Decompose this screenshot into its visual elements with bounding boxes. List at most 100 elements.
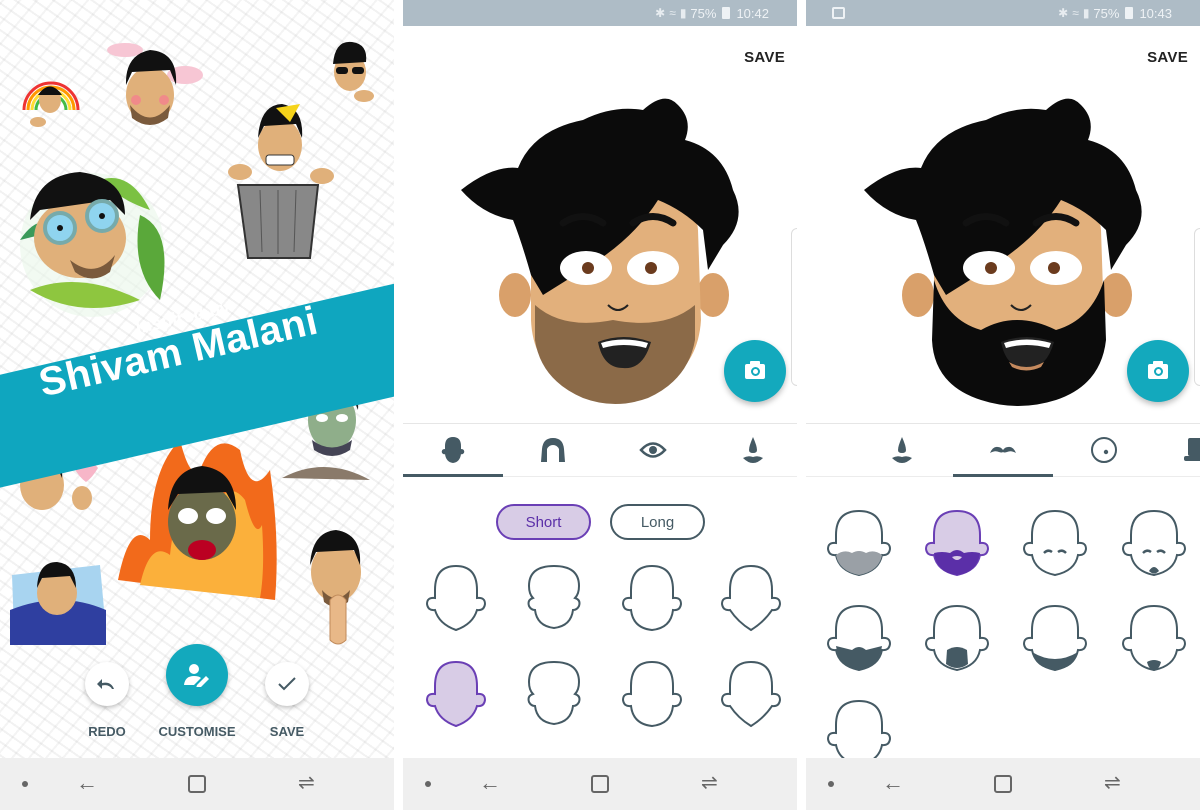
nav-dot-icon xyxy=(22,781,28,787)
facial-hair-option[interactable] xyxy=(1119,505,1189,579)
undo-icon xyxy=(97,679,114,689)
nav-dot-icon xyxy=(828,781,834,787)
facial-hair-option[interactable] xyxy=(922,600,992,674)
redo-label: REDO xyxy=(88,724,126,739)
signal-icon: ▮ xyxy=(1082,6,1090,20)
save-label: SAVE xyxy=(269,724,305,739)
face-shape-editor-screen: ✱ ≈ ▮ 75% 10:42 SAVE Short Long ← ⇌ xyxy=(403,0,797,810)
tab-nose-mouth[interactable] xyxy=(852,424,952,476)
recents-icon[interactable]: ⇌ xyxy=(701,772,718,794)
face-shape-option[interactable] xyxy=(617,560,687,634)
sticker-praying xyxy=(310,530,361,645)
sticker-fire xyxy=(118,440,277,600)
gallery-notification-icon xyxy=(832,7,845,19)
sticker-blush xyxy=(107,43,203,125)
home-icon[interactable] xyxy=(591,775,609,793)
status-bar: ✱ ≈ ▮ 75% 10:42 xyxy=(403,0,797,26)
facial-hair-editor-screen: ✱ ≈ ▮ 75% 10:43 SAVE ← ⇌ xyxy=(806,0,1200,810)
recents-icon[interactable]: ⇌ xyxy=(1104,772,1121,794)
customise-button[interactable] xyxy=(166,644,228,706)
tab-hats[interactable] xyxy=(1154,424,1200,476)
face-shape-shape-icon xyxy=(425,660,487,728)
face-shape-option[interactable] xyxy=(617,656,687,730)
camera-button[interactable] xyxy=(724,340,786,402)
head-icon xyxy=(441,437,465,463)
circle-dot-icon xyxy=(1091,437,1117,463)
face-shape-option[interactable] xyxy=(716,560,786,634)
nose-lips-icon xyxy=(892,437,912,463)
person-edit-icon xyxy=(184,664,209,687)
back-icon[interactable]: ← xyxy=(882,772,904,794)
save-button[interactable] xyxy=(265,662,309,706)
customise-label: CUSTOMISE xyxy=(158,724,236,739)
face-shape-option[interactable] xyxy=(421,656,491,730)
facial-hair-shape-icon xyxy=(1022,509,1088,577)
facial-hair-option[interactable] xyxy=(824,505,894,579)
facial-hair-shape-icon xyxy=(1121,509,1187,577)
eye-icon xyxy=(639,442,667,458)
wifi-icon: ≈ xyxy=(1072,6,1079,20)
save-button[interactable]: SAVE xyxy=(744,49,785,66)
home-icon[interactable] xyxy=(188,775,206,793)
save-button[interactable]: SAVE xyxy=(1147,49,1188,66)
sticker-preview-screen: Inspired by Shivam Malani REDO CUSTOMISE… xyxy=(0,0,394,810)
battery-percent: 75% xyxy=(1093,5,1120,21)
segment-long[interactable]: Long xyxy=(610,504,705,540)
face-shape-shape-icon xyxy=(527,660,581,726)
recents-icon[interactable]: ⇌ xyxy=(298,772,315,794)
tab-face-shape[interactable] xyxy=(403,424,503,477)
facial-hair-shape-icon xyxy=(924,509,990,577)
category-tabs xyxy=(806,423,1200,477)
home-icon[interactable] xyxy=(994,775,1012,793)
face-shape-option[interactable] xyxy=(519,560,589,634)
tab-nose-mouth[interactable] xyxy=(703,424,797,476)
app-screenshots: Inspired by Shivam Malani REDO CUSTOMISE… xyxy=(0,0,1200,810)
tab-hair[interactable] xyxy=(503,424,603,476)
facial-hair-shape-icon xyxy=(826,509,892,577)
next-card-edge xyxy=(1194,228,1200,386)
tab-eyes[interactable] xyxy=(603,424,703,476)
facial-hair-option[interactable] xyxy=(1119,600,1189,674)
sticker-sleeping xyxy=(10,562,106,645)
mustache-icon xyxy=(990,446,1016,453)
back-icon[interactable]: ← xyxy=(479,772,501,794)
status-bar: ✱ ≈ ▮ 75% 10:43 xyxy=(806,0,1200,26)
bluetooth-icon: ✱ xyxy=(655,6,666,20)
facial-hair-shape-icon xyxy=(1022,604,1088,672)
back-icon[interactable]: ← xyxy=(76,772,98,794)
sticker-binoculars xyxy=(20,172,165,317)
facial-hair-option[interactable] xyxy=(922,505,992,579)
sticker-rainbow xyxy=(22,81,80,127)
face-shape-shape-icon xyxy=(720,564,782,632)
redo-button[interactable] xyxy=(85,662,129,706)
facial-hair-shape-icon xyxy=(826,604,892,672)
tab-facial-hair[interactable] xyxy=(953,424,1053,477)
nav-bar: ← ⇌ xyxy=(0,758,394,810)
hair-icon xyxy=(541,438,565,462)
nav-bar: ← ⇌ xyxy=(806,758,1200,810)
face-shape-option[interactable] xyxy=(421,560,491,634)
sticker-trashcan xyxy=(228,104,334,259)
tab-scroll-left[interactable] xyxy=(806,424,826,476)
wifi-icon: ≈ xyxy=(669,6,676,20)
check-icon xyxy=(278,677,296,691)
nav-bar: ← ⇌ xyxy=(403,758,797,810)
sticker-sunglasses xyxy=(333,41,374,102)
next-card-edge xyxy=(791,228,797,386)
face-shape-shape-icon xyxy=(720,660,782,728)
signal-icon: ▮ xyxy=(679,6,687,20)
face-shape-shape-icon xyxy=(621,660,683,728)
facial-hair-option[interactable] xyxy=(824,600,894,674)
face-shape-option[interactable] xyxy=(716,656,786,730)
battery-icon xyxy=(722,7,731,19)
battery-percent: 75% xyxy=(690,5,717,21)
facial-hair-option[interactable] xyxy=(1020,505,1090,579)
facial-hair-shape-icon xyxy=(1121,604,1187,672)
segment-short[interactable]: Short xyxy=(496,504,591,540)
face-shape-option[interactable] xyxy=(519,656,589,730)
facial-hair-option[interactable] xyxy=(1020,600,1090,674)
nose-lips-icon xyxy=(743,437,763,463)
top-hat-icon xyxy=(1184,438,1200,461)
tab-marks[interactable] xyxy=(1054,424,1154,476)
camera-button[interactable] xyxy=(1127,340,1189,402)
